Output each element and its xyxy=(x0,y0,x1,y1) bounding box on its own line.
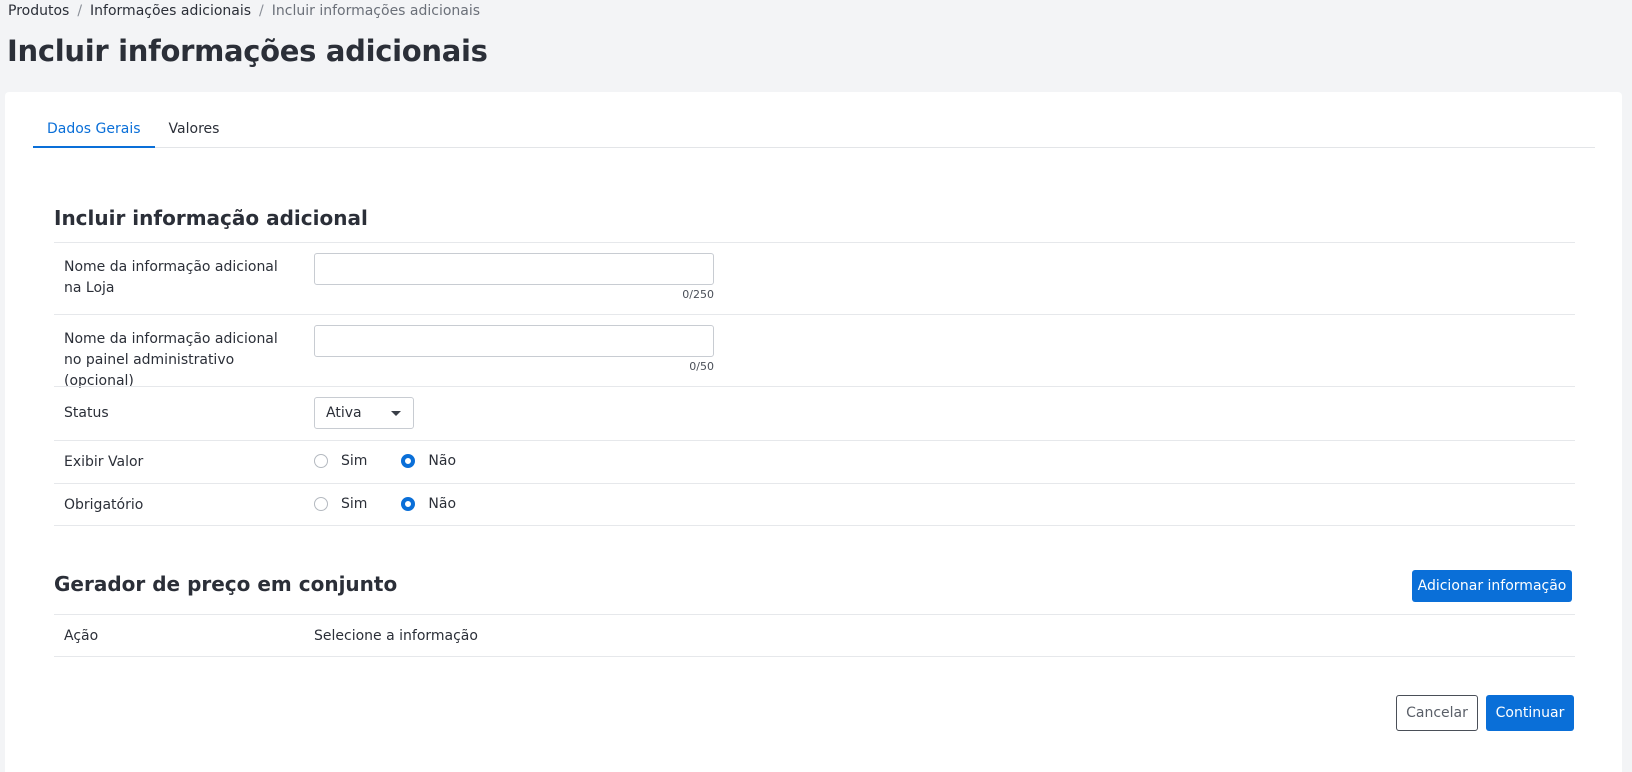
action-label: Ação xyxy=(64,628,99,644)
show-value-label: Exibir Valor xyxy=(64,454,144,470)
admin-name-counter: 0/50 xyxy=(689,360,714,373)
show-value-radio-group: Sim Não xyxy=(314,453,490,469)
row-admin-name: Nome da informação adicional no painel a… xyxy=(54,314,1575,389)
radio-label: Sim xyxy=(341,453,368,469)
radio-unchecked-icon[interactable] xyxy=(314,497,328,511)
radio-checked-icon[interactable] xyxy=(401,497,416,511)
store-name-label: Nome da informação adicional na Loja xyxy=(64,259,278,296)
required-option-nao[interactable]: Não xyxy=(401,496,456,512)
breadcrumb-current: Incluir informações adicionais xyxy=(271,3,481,19)
admin-name-label: Nome da informação adicional no painel a… xyxy=(64,331,278,389)
add-information-button[interactable]: Adicionar informação xyxy=(1412,570,1572,602)
radio-checked-icon[interactable] xyxy=(401,454,416,468)
status-label: Status xyxy=(64,405,109,421)
radio-label: Não xyxy=(428,453,457,469)
tab-valores[interactable]: Valores xyxy=(155,110,234,148)
row-required: Obrigatório Sim Não xyxy=(54,483,1575,526)
row-status: Status Ativa xyxy=(54,386,1575,440)
show-value-option-sim[interactable]: Sim xyxy=(314,453,367,469)
action-rows: Ação Selecione a informação xyxy=(54,614,1575,657)
section-title-gerador: Gerador de preço em conjunto xyxy=(54,572,398,596)
breadcrumb-produtos[interactable]: Produtos xyxy=(8,3,69,19)
store-name-input[interactable] xyxy=(314,253,714,285)
required-option-sim[interactable]: Sim xyxy=(314,496,367,512)
admin-name-input[interactable] xyxy=(314,325,714,357)
row-store-name: Nome da informação adicional na Loja 0/2… xyxy=(54,242,1575,314)
select-information-text[interactable]: Selecione a informação xyxy=(314,626,614,647)
status-select[interactable]: Ativa xyxy=(314,397,414,429)
store-name-counter: 0/250 xyxy=(682,288,714,301)
breadcrumb-separator: / xyxy=(77,3,83,19)
section-title-incluir: Incluir informação adicional xyxy=(54,206,368,230)
required-radio-group: Sim Não xyxy=(314,496,490,512)
required-label: Obrigatório xyxy=(64,497,144,513)
status-selected-value: Ativa xyxy=(326,405,362,421)
breadcrumb-informacoes-adicionais[interactable]: Informações adicionais xyxy=(90,3,251,19)
radio-label: Não xyxy=(428,496,457,512)
row-show-value: Exibir Valor Sim Não xyxy=(54,440,1575,483)
breadcrumb: Produtos / Informações adicionais / Incl… xyxy=(8,3,480,19)
cancel-button[interactable]: Cancelar xyxy=(1396,695,1478,731)
radio-unchecked-icon[interactable] xyxy=(314,454,328,468)
show-value-option-nao[interactable]: Não xyxy=(401,453,456,469)
tab-dados-gerais[interactable]: Dados Gerais xyxy=(33,110,155,148)
tab-bar: Dados Gerais Valores xyxy=(33,110,1595,148)
caret-down-icon xyxy=(391,411,401,416)
page-title: Incluir informações adicionais xyxy=(7,34,488,68)
breadcrumb-separator: / xyxy=(259,3,264,19)
main-card: Dados Gerais Valores Incluir informação … xyxy=(5,92,1622,772)
continue-button[interactable]: Continuar xyxy=(1486,695,1574,731)
form-rows: Nome da informação adicional na Loja 0/2… xyxy=(54,242,1575,526)
radio-label: Sim xyxy=(341,496,368,512)
row-action: Ação Selecione a informação xyxy=(54,614,1575,657)
